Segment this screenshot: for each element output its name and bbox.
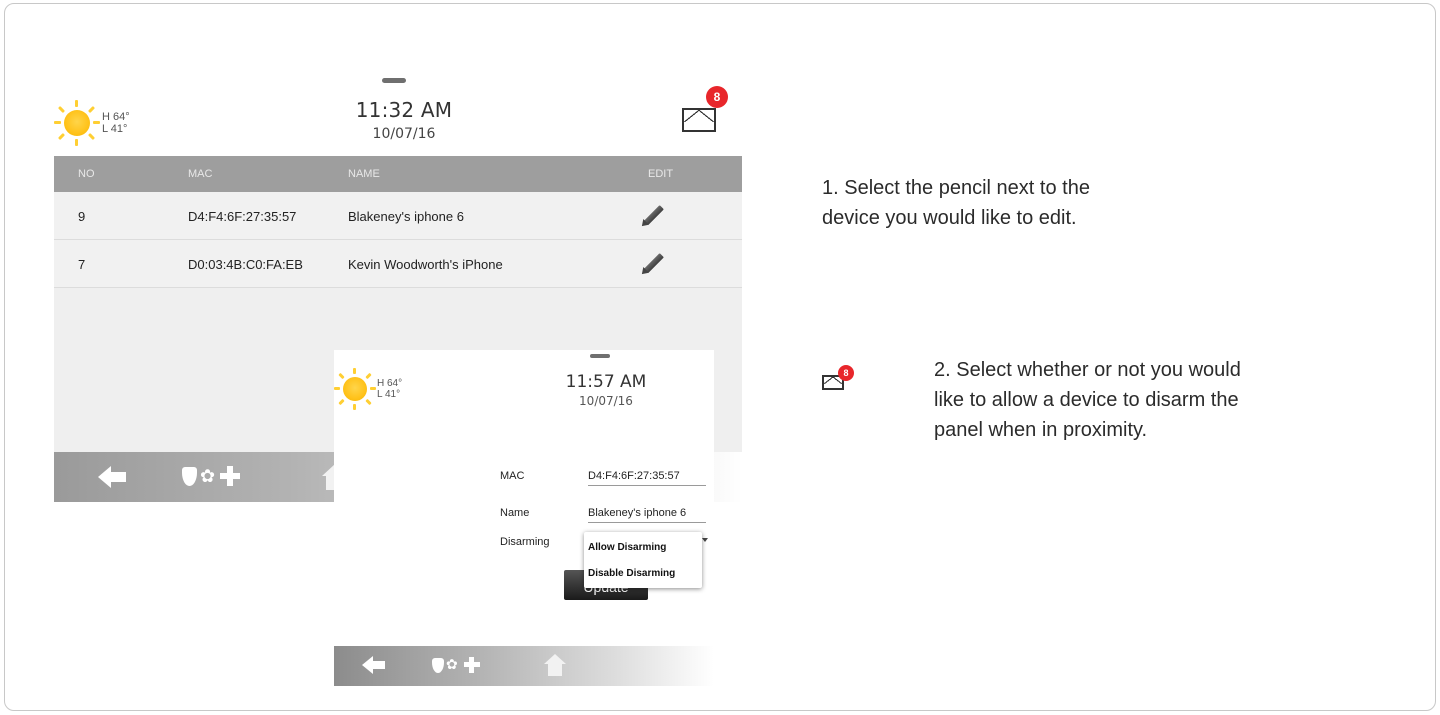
chevron-down-icon[interactable] xyxy=(702,538,708,542)
name-label: Name xyxy=(500,507,530,519)
sun-icon xyxy=(54,100,100,146)
temp-low: L 41° xyxy=(102,123,128,135)
row-mac: D0:03:4B:C0:FA:EB xyxy=(188,257,303,272)
clock-date: 10/07/16 xyxy=(372,126,436,142)
drag-handle[interactable] xyxy=(382,78,406,83)
option-disable-disarming[interactable]: Disable Disarming xyxy=(588,568,675,579)
temp-high: H 64° xyxy=(102,110,130,123)
disarming-dropdown[interactable]: Allow Disarming Disable Disarming xyxy=(584,532,702,588)
header-no: NO xyxy=(78,168,95,180)
shield-icon[interactable] xyxy=(432,658,444,673)
edit-device-screen: H 64° L 41° 11:57 AM 10/07/16 MAC D4:F4:… xyxy=(334,350,714,688)
clock-time: 11:32 AM xyxy=(355,98,453,122)
header-name: NAME xyxy=(348,168,380,180)
name-field[interactable]: Blakeney's iphone 6 xyxy=(588,507,706,523)
status-bar: H 64° L 41° 11:32 AM 10/07/16 8 xyxy=(54,70,742,160)
instruction-line: 2. Select whether or not you would xyxy=(934,359,1241,381)
instruction-line: like to allow a device to disarm the xyxy=(934,389,1239,411)
instruction-line: device you would like to edit. xyxy=(822,207,1077,229)
envelope-icon xyxy=(682,108,716,132)
row-no: 7 xyxy=(78,257,86,272)
option-allow-disarming[interactable]: Allow Disarming xyxy=(588,542,666,553)
pencil-icon[interactable] xyxy=(639,202,666,229)
clock: 11:32 AM 10/07/16 xyxy=(334,98,474,142)
mac-field[interactable]: D4:F4:6F:27:35:57 xyxy=(588,470,706,486)
table-row[interactable]: 9 D4:F4:6F:27:35:57 Blakeney's iphone 6 xyxy=(54,192,742,240)
messages-indicator: 8 xyxy=(822,365,858,397)
flame-icon[interactable]: ✿ xyxy=(446,657,458,671)
row-name: Blakeney's iphone 6 xyxy=(348,209,464,224)
drag-handle[interactable] xyxy=(590,354,610,358)
home-icon[interactable] xyxy=(544,654,566,676)
clock: 11:57 AM 10/07/16 xyxy=(546,372,666,408)
sun-icon xyxy=(334,368,376,410)
weather-widget[interactable]: H 64° L 41° xyxy=(334,368,402,410)
clock-time: 11:57 AM xyxy=(565,372,647,392)
row-no: 9 xyxy=(78,209,86,224)
message-count-badge: 8 xyxy=(838,365,854,381)
clock-date: 10/07/16 xyxy=(579,394,633,408)
instruction-step-2: 2. Select whether or not you would like … xyxy=(934,355,1334,445)
flame-icon[interactable]: ✿ xyxy=(200,467,215,485)
pencil-icon[interactable] xyxy=(639,250,666,277)
temp-high: H 64° xyxy=(377,378,403,389)
shield-icon[interactable] xyxy=(182,467,197,486)
temp-low: L 41° xyxy=(377,389,401,400)
instruction-line: 1. Select the pencil next to the xyxy=(822,177,1090,199)
row-name: Kevin Woodworth's iPhone xyxy=(348,257,503,272)
weather-widget[interactable]: H 64° L 41° xyxy=(54,100,130,146)
messages-button[interactable]: 8 xyxy=(680,86,730,136)
plus-icon[interactable]: .s2plus::before{left:5px;top:0;width:5px… xyxy=(464,657,480,673)
table-header: NO MAC NAME EDIT xyxy=(54,156,742,192)
instruction-line: panel when in proximity. xyxy=(934,419,1148,441)
header-mac: MAC xyxy=(188,168,213,180)
mac-label: MAC xyxy=(500,470,525,482)
disarming-label: Disarming xyxy=(500,536,550,548)
bottom-nav-bar: ✿ .s2plus::before{left:5px;top:0;width:5… xyxy=(334,646,714,686)
row-mac: D4:F4:6F:27:35:57 xyxy=(188,209,297,224)
instruction-step-1: 1. Select the pencil next to the device … xyxy=(822,173,1202,233)
plus-icon[interactable]: .s1-nav .plus::before{left:7px;top:0;wid… xyxy=(220,466,240,486)
message-count-badge: 8 xyxy=(706,86,728,108)
header-edit: EDIT xyxy=(648,168,674,180)
table-row[interactable]: 7 D0:03:4B:C0:FA:EB Kevin Woodworth's iP… xyxy=(54,240,742,288)
